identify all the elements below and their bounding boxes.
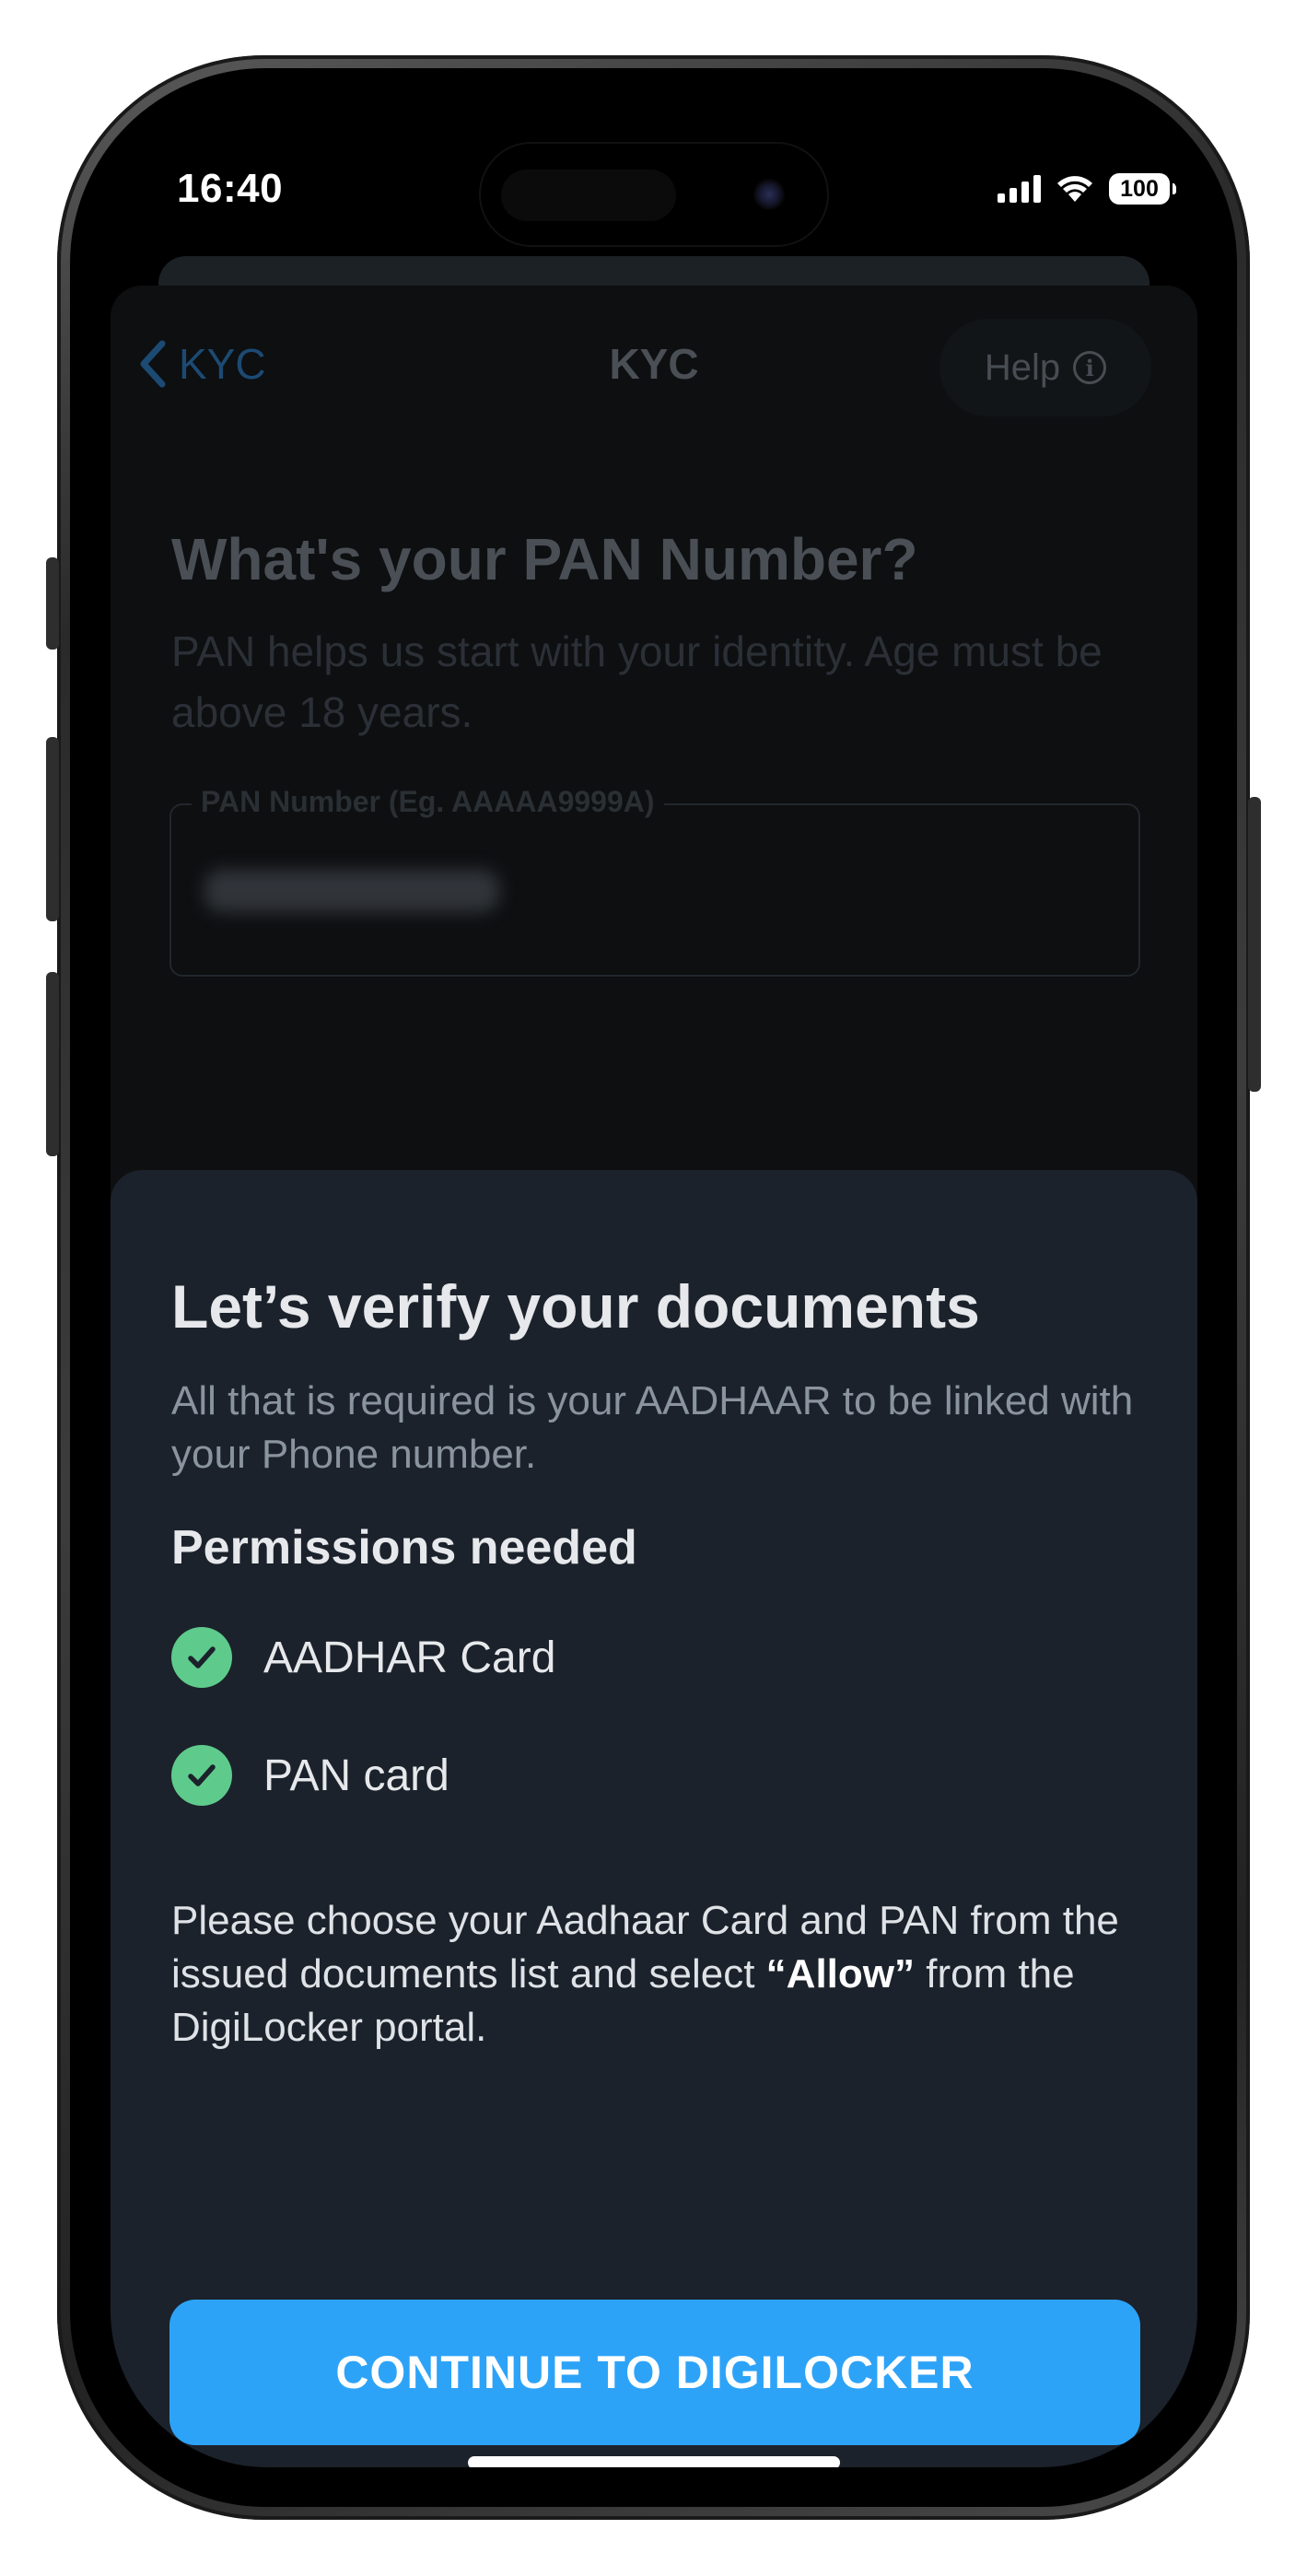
phone-screen: 16:40 100 KYC KYC Help i What's your PAN… (111, 109, 1197, 2467)
pan-subheading: PAN helps us start with your identity. A… (171, 627, 1103, 736)
pan-number-field[interactable]: PAN Number (Eg. AAAAA9999A) (169, 785, 1140, 977)
info-glyph: i (1085, 354, 1094, 381)
pan-value-redacted (204, 870, 499, 912)
power-button (1248, 797, 1261, 1092)
sheet-title: Let’s verify your documents (171, 1272, 980, 1341)
wifi-icon (1057, 176, 1092, 202)
permissions-heading: Permissions needed (171, 1521, 637, 1575)
allow-emphasis: “Allow” (765, 1951, 915, 1996)
pan-heading: What's your PAN Number? (171, 526, 918, 592)
signal-icon (998, 175, 1041, 203)
check-circle-icon (171, 1745, 232, 1806)
pan-field-label: PAN Number (Eg. AAAAA9999A) (192, 785, 664, 819)
action-button (46, 557, 59, 650)
dynamic-island (481, 144, 827, 245)
sheet-subtitle: All that is required is your AADHAAR to … (171, 1378, 1134, 1477)
permission-label: AADHAR Card (263, 1633, 556, 1682)
battery-icon: 100 (1109, 173, 1176, 205)
permission-label: PAN card (263, 1751, 449, 1800)
permission-item-aadhar: AADHAR Card (171, 1627, 555, 1688)
verify-documents-sheet: Let’s verify your documents All that is … (111, 1170, 1197, 2467)
help-label: Help (984, 346, 1061, 388)
status-icons: 100 (998, 173, 1176, 205)
volume-down-button (46, 972, 59, 1156)
island-sensor (501, 170, 676, 221)
volume-up-button (46, 737, 59, 921)
info-icon: i (1073, 351, 1107, 384)
front-camera (753, 179, 785, 210)
permission-item-pan: PAN card (171, 1745, 449, 1806)
battery-level: 100 (1120, 175, 1159, 202)
instructions-text: Please choose your Aadhaar Card and PAN … (171, 1894, 1148, 2055)
home-indicator[interactable] (468, 2456, 840, 2467)
check-circle-icon (171, 1627, 232, 1688)
status-time: 16:40 (177, 166, 284, 211)
continue-to-digilocker-button[interactable]: CONTINUE TO DIGILOCKER (169, 2300, 1140, 2445)
help-button[interactable]: Help i (939, 319, 1151, 416)
